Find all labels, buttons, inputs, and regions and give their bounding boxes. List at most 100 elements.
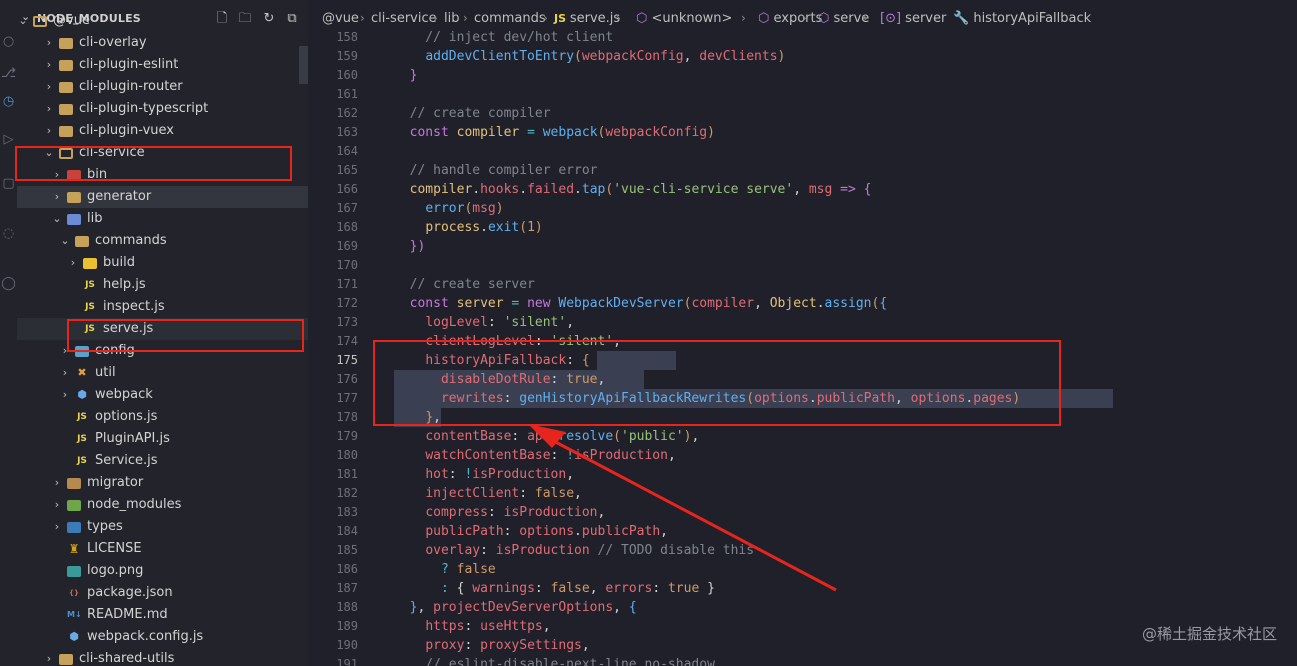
breadcrumb-item[interactable]: lib [444,11,459,26]
tree-item[interactable]: JS help.js [17,274,308,296]
folder-icon [59,38,73,49]
tree-item[interactable]: ⬢ webpack.config.js [17,626,308,648]
code-token: resolve [558,429,614,444]
chevron-right-icon[interactable]: › [43,120,55,142]
line-number: 184 [336,524,358,538]
code-token: process [425,220,481,235]
tree-item[interactable]: › cli-overlay [17,32,308,54]
code-token: // create compiler [394,106,551,121]
breadcrumb-item[interactable]: ⬡ exports [758,11,822,26]
breadcrumb-item[interactable]: ⬡ <unknown> [636,11,732,26]
breadcrumb-item[interactable]: ⬡ serve [818,11,869,26]
breadcrumb: @vue › cli-service › lib › commands › JS serve.j… [308,0,1297,30]
chevron-right-icon[interactable]: › [51,516,63,538]
code-token: logLevel [425,315,488,330]
chevron-right-icon[interactable]: › [43,98,55,120]
code-token: errors [605,581,653,596]
tree-item[interactable]: › cli-plugin-eslint [17,54,308,76]
chevron-down-icon[interactable]: ⌄ [51,208,63,230]
chevron-right-icon[interactable]: › [43,76,55,98]
tree-item[interactable]: › cli-plugin-vuex [17,120,308,142]
code-token: 'vue-cli-service serve' [613,182,794,197]
search-icon[interactable]: ○ [0,30,17,54]
code-token: ( [605,182,614,197]
tree-item-label: Service.js [95,453,158,468]
tree-item[interactable]: › migrator [17,472,308,494]
code-line: injectClient: false, [394,484,582,503]
annotation-box-history-api-fallback [373,340,1061,426]
tree-item[interactable]: › ⬢ webpack [17,384,308,406]
tree-item[interactable]: M↓ README.md [17,604,308,626]
chevron-right-icon[interactable]: › [43,32,55,54]
code-line: process.exit(1) [394,218,542,237]
tree-item[interactable]: › cli-plugin-typescript [17,98,308,120]
code-token: , [566,467,575,482]
folder-open-icon [33,16,47,27]
source-control-icon[interactable]: ⎇ [0,62,17,86]
line-number: 170 [336,258,358,272]
tree-item[interactable]: › cli-shared-utils [17,648,308,666]
tree-item[interactable]: › cli-plugin-router [17,76,308,98]
code-token: ) [707,125,715,140]
tree-item[interactable]: {} package.json [17,582,308,604]
chevron-right-icon[interactable]: › [51,494,63,516]
remote-icon[interactable]: ◌ [0,222,17,246]
code-token: isProduction [503,505,598,520]
sidebar-scrollbar[interactable] [299,46,308,84]
tree-item[interactable]: › build [17,252,308,274]
tree-item[interactable]: ⌄ commands [17,230,308,252]
tree-item[interactable]: › ✖ util [17,362,308,384]
code-token: devClients [699,49,778,64]
account-icon[interactable]: ◯ [0,272,17,296]
tree-item-label: util [95,365,116,380]
tree-item[interactable]: JS options.js [17,406,308,428]
tree-item[interactable]: logo.png [17,560,308,582]
breadcrumb-item[interactable]: commands [474,11,546,26]
chevron-right-icon[interactable]: › [43,54,55,76]
line-number: 190 [336,638,358,652]
tree-item[interactable]: JS PluginAPI.js [17,428,308,450]
chevron-down-icon[interactable]: ⌄ [17,10,29,32]
tree-item[interactable]: ⌄ lib [17,208,308,230]
code-token: ) [495,201,504,216]
tree-item[interactable]: ⌄ @vue [17,10,308,32]
line-number: 187 [336,581,358,595]
chevron-right-icon[interactable]: › [51,186,63,208]
chevron-right-icon[interactable]: › [43,648,55,666]
chevron-right-icon: › [933,11,938,25]
chevron-right-icon: › [802,11,807,25]
tree-item[interactable]: JS Service.js [17,450,308,472]
code-token: : [534,581,551,596]
lib-folder-icon [67,214,81,225]
code-token: // eslint-disable-next-line no-shadow [394,657,715,666]
tree-item[interactable]: › generator [17,186,308,208]
tree-item[interactable]: › types [17,516,308,538]
code-token: } [409,68,418,83]
symbol-icon: ⬡ [758,11,774,26]
code-token: , [542,619,551,634]
chevron-down-icon[interactable]: ⌄ [59,230,71,252]
breadcrumb-item[interactable]: JS serve.js [554,11,620,26]
tree-item[interactable]: JS inspect.js [17,296,308,318]
chevron-right-icon[interactable]: › [67,252,79,274]
chevron-right-icon[interactable]: › [59,362,71,384]
timeline-icon[interactable]: ◷ [0,90,17,114]
tree-item[interactable]: ♜ LICENSE [17,538,308,560]
tree-item-label: PluginAPI.js [95,431,170,446]
breadcrumb-item[interactable]: 🔧 historyApiFallback [953,11,1091,26]
breadcrumb-item[interactable]: cli-service [371,11,437,26]
line-number: 191 [336,657,358,666]
breadcrumb-item[interactable]: @vue [322,11,359,26]
code-line: publicPath: options.publicPath, [394,522,668,541]
chevron-right-icon[interactable]: › [59,384,71,406]
tree-item-label: cli-plugin-vuex [79,123,175,138]
tree-item-label: cli-shared-utils [79,651,175,666]
tree-item[interactable]: › node_modules [17,494,308,516]
tree-item-label: migrator [87,475,144,490]
chevron-right-icon[interactable]: › [51,472,63,494]
